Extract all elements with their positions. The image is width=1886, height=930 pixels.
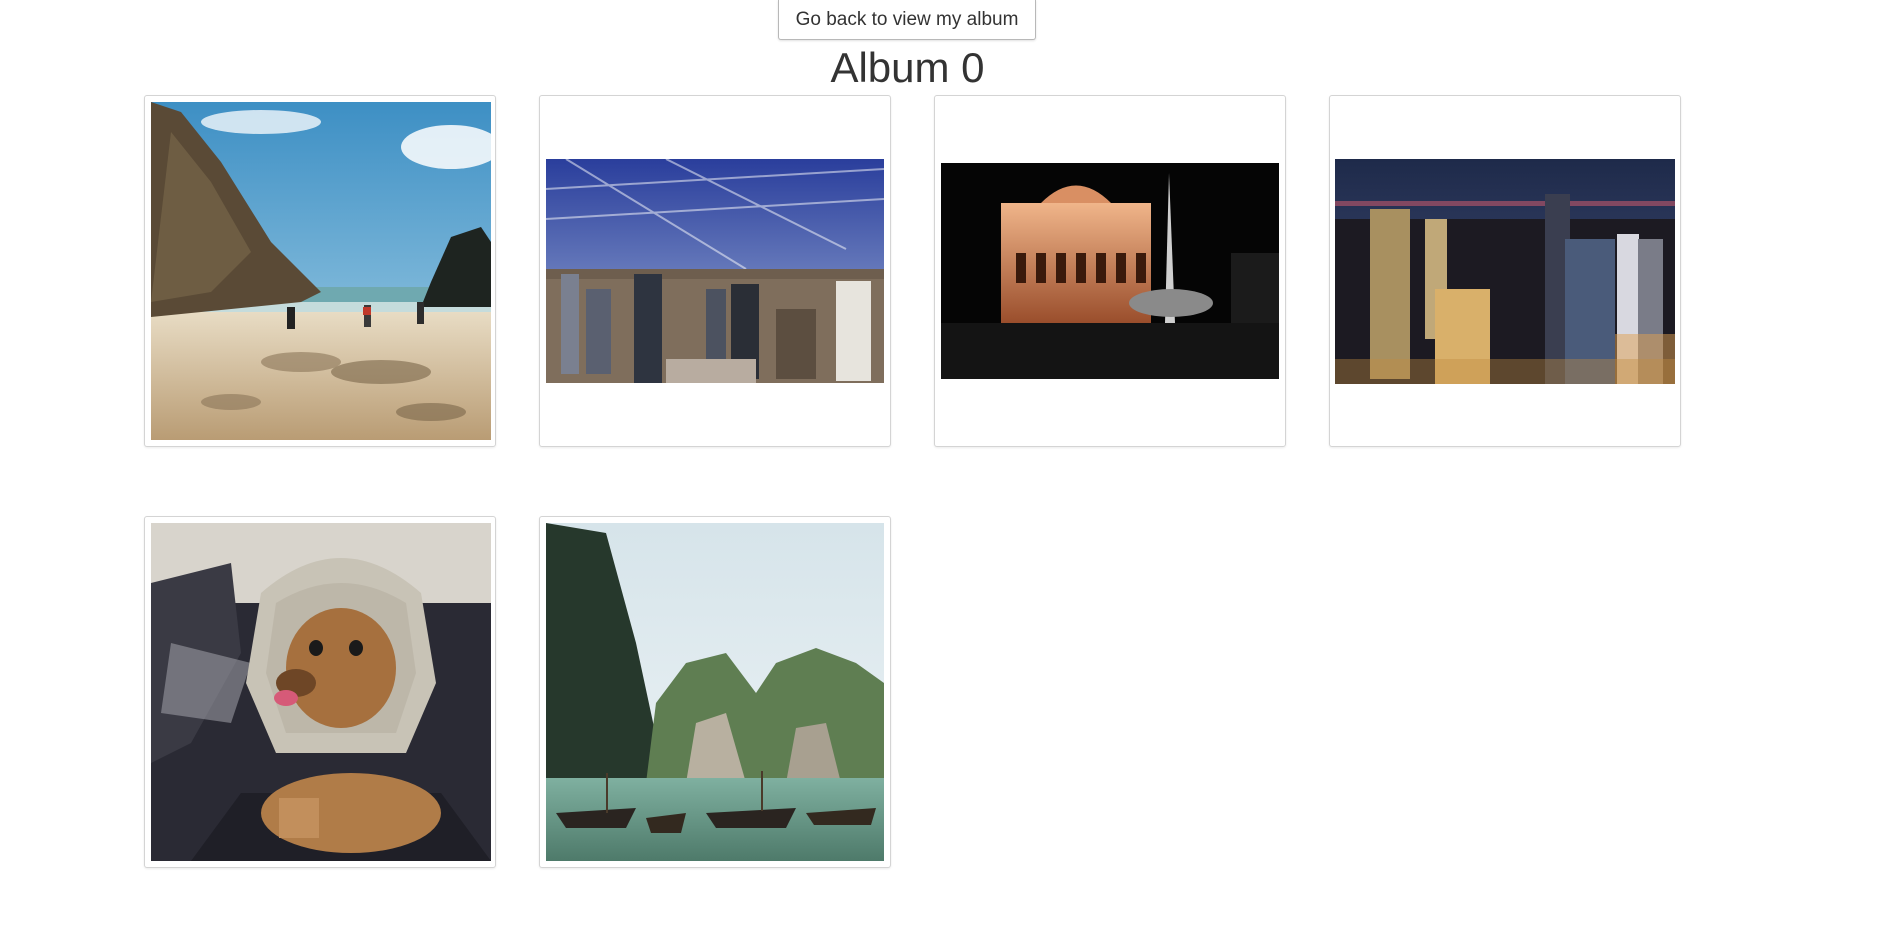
- opera-house-photo: [941, 163, 1279, 379]
- album-title: Album 0: [830, 44, 985, 91]
- album-page: Go back to view my album Album 0: [0, 0, 1886, 930]
- photo-thumbnail-city-aerial[interactable]: [539, 95, 891, 447]
- photo-thumbnail-opera-house[interactable]: [934, 95, 1286, 447]
- photo-thumbnail-beach[interactable]: [144, 95, 496, 447]
- beach-photo: [151, 102, 491, 440]
- back-to-album-button[interactable]: Go back to view my album: [778, 0, 1036, 40]
- photo-thumbnail-city-night[interactable]: [1329, 95, 1681, 447]
- dog-photo: [151, 523, 491, 861]
- cliffs-boats-photo: [546, 523, 884, 861]
- city-aerial-photo: [546, 159, 884, 383]
- photo-thumbnail-cliffs-boats[interactable]: [539, 516, 891, 868]
- city-night-photo: [1335, 159, 1675, 384]
- photo-thumbnail-dog[interactable]: [144, 516, 496, 868]
